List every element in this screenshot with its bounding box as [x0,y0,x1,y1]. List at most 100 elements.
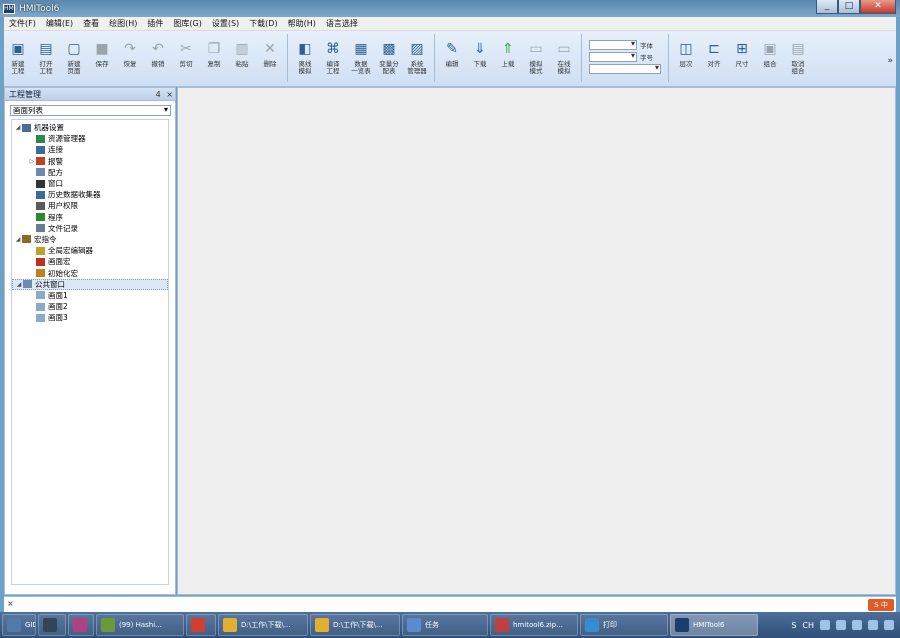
delete-button[interactable]: ✕ 删除 [256,34,284,68]
toolbar-button-label: 层次 [679,60,693,68]
taskbar-item[interactable]: D:\工作\下载\... [310,614,400,636]
menu-item[interactable]: 语言选择 [321,18,363,29]
layer-button[interactable]: ◫ 层次 [672,34,700,68]
tray-icon[interactable] [852,620,862,630]
undo-button[interactable]: ↶ 撤销 [144,34,172,68]
tree-item[interactable]: 历史数据收集器 [12,189,168,200]
tree-expander-icon[interactable]: ◢ [14,236,22,243]
copy-button[interactable]: ❐ 复制 [200,34,228,68]
menu-item[interactable]: 插件 [142,18,168,29]
compile-button[interactable]: ⌘ 编译 工程 [319,34,347,75]
menu-item[interactable]: 设置(S) [207,18,244,29]
pin-icon[interactable]: 4 [156,90,161,99]
tree-expander-icon[interactable]: ▷ [28,158,36,165]
tree-item[interactable]: 资源管理器 [12,133,168,144]
taskbar-item[interactable] [68,614,94,636]
menu-item[interactable]: 文件(F) [4,18,41,29]
tray-icon[interactable] [820,620,830,630]
upload-button[interactable]: ⇑ 上载 [494,34,522,68]
font-select-1[interactable] [589,51,637,62]
align-button[interactable]: ⊏ 对齐 [700,34,728,68]
minimize-button[interactable]: _ [816,0,838,14]
group-button[interactable]: ▣ 组合 [756,34,784,68]
simulate-icon: ◧ [298,41,312,57]
taskbar-item[interactable]: HMITool6 [670,614,758,636]
tree-item[interactable]: 文件记录 [12,223,168,234]
taskbar-item[interactable]: 打印 [580,614,668,636]
menu-item[interactable]: 下载(D) [244,18,282,29]
compile-icon: ⌘ [326,41,340,57]
tray-item[interactable]: CH [802,621,814,630]
taskbar-item[interactable] [38,614,66,636]
maximize-button[interactable]: □ [838,0,860,14]
redo-button[interactable]: ↷ 恢复 [116,34,144,68]
tree-item[interactable]: ◢ 宏指令 [12,234,168,245]
tree-item[interactable]: ◢ 公共窗口 [12,278,168,290]
menu-item[interactable]: 帮助(H) [283,18,321,29]
tree-item[interactable]: ▷ 报警 [12,156,168,167]
new-page-icon: ▢ [67,41,81,57]
tray-icon[interactable] [868,620,878,630]
tree-node-icon [36,257,45,266]
panel-view-select[interactable]: 画面列表 [10,105,171,116]
workspace[interactable] [177,87,896,595]
new-project-button[interactable]: ▣ 新建 工程 [4,34,32,75]
tree-expander-icon[interactable]: ◢ [14,124,22,131]
output-close-icon[interactable]: × [7,599,14,608]
menu-item[interactable]: 绘图(H) [104,18,142,29]
taskbar-app-icon [7,618,21,632]
toolbar-button-label: 取消 组合 [791,60,805,75]
tray-icon[interactable] [884,620,894,630]
open-project-button[interactable]: ▤ 打开 工程 [32,34,60,75]
toolbar-overflow-button[interactable]: » [887,56,893,66]
tree-expander-icon[interactable]: ◢ [15,281,23,288]
download-button[interactable]: ⇓ 下载 [466,34,494,68]
simulate-button[interactable]: ◧ 离线 模拟 [291,34,319,75]
tree-node-icon [36,313,45,322]
panel-close-icon[interactable]: × [166,90,173,99]
close-button[interactable]: ✕ [860,0,896,14]
system-manager-button[interactable]: ▨ 系统 管理器 [403,34,431,75]
taskbar-item[interactable]: hmitool6.zip... [490,614,578,636]
tree-item[interactable]: 画面2 [12,301,168,312]
tree-item[interactable]: 连接 [12,144,168,155]
tree-item[interactable]: 画面3 [12,312,168,323]
tree-item[interactable]: 画面1 [12,290,168,301]
tree-item[interactable]: 画面宏 [12,256,168,267]
project-panel: 工程管理 4 × 画面列表 ◢ 机器设置资源管理器连接 ▷ 报警配方窗口历史数据收集器… [4,87,176,595]
font-select-0[interactable] [589,39,637,50]
tree-item[interactable]: 初始化宏 [12,267,168,278]
size-button[interactable]: ⊞ 尺寸 [728,34,756,68]
taskbar-item[interactable]: (99) Hashi... [96,614,184,636]
tray-icon[interactable] [836,620,846,630]
menu-item[interactable]: 编辑(E) [41,18,78,29]
tree-item[interactable]: 用户权限 [12,200,168,211]
ime-indicator[interactable]: S 中 [868,599,894,611]
online-sim-button[interactable]: ▭ 在线 模拟 [550,34,578,75]
tree-item[interactable]: 全局宏编辑器 [12,245,168,256]
menu-item[interactable]: 查看 [78,18,104,29]
paste-button[interactable]: ▥ 粘贴 [228,34,256,68]
taskbar-item[interactable]: GID... [2,614,36,636]
save-button[interactable]: ■ 保存 [88,34,116,68]
var-table-button[interactable]: ▩ 变量分 配表 [375,34,403,75]
tray-item[interactable]: S [791,621,796,630]
taskbar-item[interactable]: D:\工作\下载\... [218,614,308,636]
menu-item[interactable]: 图库(G) [168,18,206,29]
taskbar-item[interactable] [186,614,216,636]
sim-mode-button[interactable]: ▭ 模拟 模式 [522,34,550,75]
font-select-2[interactable] [589,63,661,74]
tree-item[interactable]: ◢ 机器设置 [12,122,168,133]
edit-button[interactable]: ✎ 编辑 [438,34,466,68]
data-table-button[interactable]: ▦ 数据 一览表 [347,34,375,75]
window-title: HMITool6 [19,3,60,14]
cut-button[interactable]: ✂ 剪切 [172,34,200,68]
new-page-button[interactable]: ▢ 新建 页面 [60,34,88,75]
taskbar-item[interactable]: 任务 [402,614,488,636]
tree-item[interactable]: 窗口 [12,178,168,189]
ungroup-button[interactable]: ▤ 取消 组合 [784,34,812,75]
taskbar-item-label: hmitool6.zip... [513,621,563,629]
tree-item[interactable]: 配方 [12,167,168,178]
taskbar-item-label: HMITool6 [693,621,725,629]
tree-item[interactable]: 程序 [12,212,168,223]
